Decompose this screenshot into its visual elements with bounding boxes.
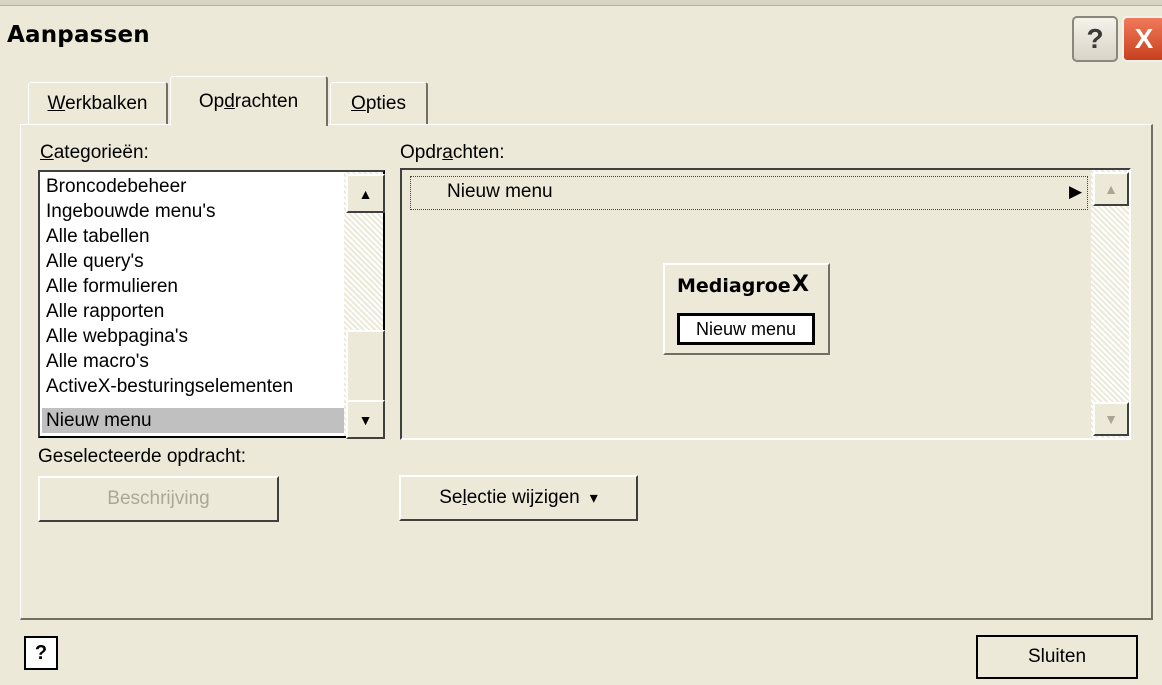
categories-scrollbar[interactable]: ▲ ▼ xyxy=(344,172,385,439)
list-item[interactable]: Alle webpagina's xyxy=(46,324,188,349)
list-item[interactable]: Alle query's xyxy=(46,249,144,274)
list-item[interactable]: Alle tabellen xyxy=(46,224,150,249)
selected-command-label: Geselecteerde opdracht: xyxy=(38,446,247,467)
list-item[interactable]: Broncodebeheer xyxy=(46,174,187,199)
close-icon[interactable]: X xyxy=(792,272,809,297)
tab-label: Opties xyxy=(351,92,406,114)
list-item[interactable]: Alle macro's xyxy=(46,349,149,374)
close-icon: X xyxy=(1134,23,1154,54)
dropdown-arrow-icon: ▾ xyxy=(589,490,598,507)
scroll-up-button[interactable]: ▲ xyxy=(346,174,385,213)
description-button: Beschrijving xyxy=(38,476,279,522)
arrow-down-icon: ▼ xyxy=(1104,411,1118,427)
help-icon[interactable]: ? xyxy=(24,636,58,670)
submenu-arrow-icon: ▶ xyxy=(1069,182,1083,201)
list-item-selected[interactable]: Nieuw menu xyxy=(42,408,346,433)
toolbar-title: Mediagroe xyxy=(677,275,791,297)
list-item[interactable]: ActiveX-besturingselementen xyxy=(46,374,293,399)
list-item[interactable]: Ingebouwde menu's xyxy=(46,199,215,224)
arrow-up-icon: ▲ xyxy=(358,185,373,202)
arrow-up-icon: ▲ xyxy=(1104,181,1118,197)
command-item-nieuw-menu[interactable]: Nieuw menu ▶ xyxy=(410,176,1088,210)
scroll-down-button[interactable]: ▼ xyxy=(346,400,385,439)
button-label: Selectie wijzigen xyxy=(439,487,580,508)
commands-label: Opdrachten: xyxy=(400,142,505,163)
help-button[interactable]: ? xyxy=(1072,16,1118,62)
close-button[interactable]: X xyxy=(1122,16,1162,62)
toolbar-menu-button[interactable]: Nieuw menu xyxy=(677,313,815,345)
tab-opdrachten[interactable]: Opdrachten xyxy=(170,76,328,126)
close-dialog-button[interactable]: Sluiten xyxy=(976,635,1138,679)
tab-werkbalken[interactable]: Werkbalken xyxy=(28,82,168,124)
question-icon: ? xyxy=(1086,23,1104,54)
floating-toolbar[interactable]: Mediagroe X Nieuw menu xyxy=(663,263,830,355)
button-label: Beschrijving xyxy=(107,488,210,509)
tab-label: Opdrachten xyxy=(198,90,299,112)
categories-label: Categorieën: xyxy=(40,142,149,163)
scroll-up-button[interactable]: ▲ xyxy=(1093,172,1129,206)
command-label: Nieuw menu xyxy=(447,181,553,202)
commands-scrollbar[interactable]: ▲ ▼ xyxy=(1091,170,1129,438)
scroll-thumb[interactable] xyxy=(346,330,385,402)
list-item[interactable]: Alle rapporten xyxy=(46,299,164,324)
modify-selection-button[interactable]: Selectie wijzigen ▾ xyxy=(399,475,638,521)
window-title: Aanpassen xyxy=(7,22,150,48)
tab-label: Werkbalken xyxy=(47,92,148,114)
scroll-down-button[interactable]: ▼ xyxy=(1093,402,1129,436)
title-bar[interactable] xyxy=(0,6,1162,72)
categories-list[interactable]: Broncodebeheer Ingebouwde menu's Alle ta… xyxy=(38,170,385,439)
list-item[interactable]: Alle formulieren xyxy=(46,274,178,299)
tab-opties[interactable]: Opties xyxy=(330,82,428,124)
arrow-down-icon: ▼ xyxy=(358,411,373,428)
